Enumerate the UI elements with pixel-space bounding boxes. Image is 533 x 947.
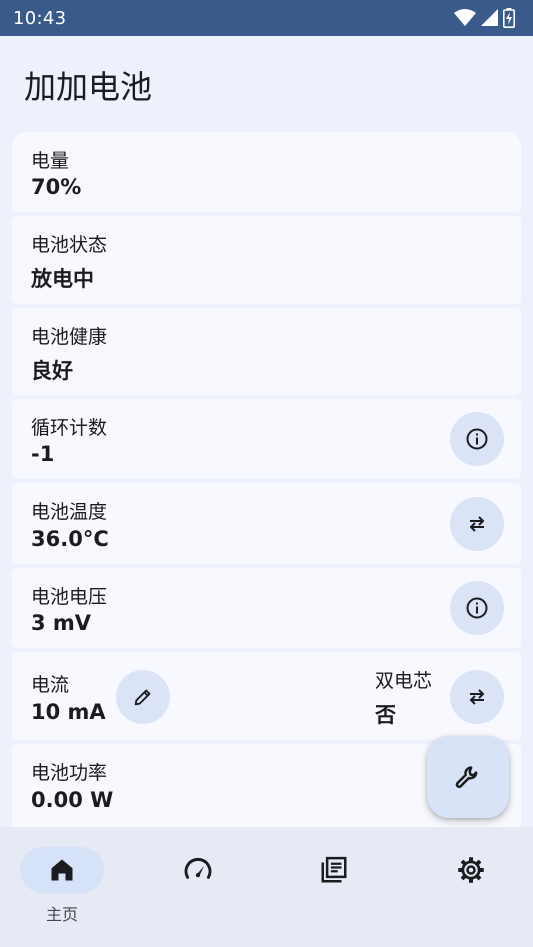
card-label: 电池状态 <box>31 234 108 256</box>
dual-cell-value: 否 <box>375 703 396 727</box>
tools-fab-button[interactable] <box>427 736 509 818</box>
card-value: 良好 <box>31 359 73 383</box>
current-edit-button[interactable] <box>116 670 170 724</box>
status-icons <box>454 8 515 28</box>
status-time: 10:43 <box>13 7 67 29</box>
card-battery-voltage: 电池电压 3 mV <box>12 568 521 648</box>
voltage-info-button[interactable] <box>450 581 504 635</box>
nav-indicator <box>156 847 240 893</box>
card-label: 电池电压 <box>31 586 108 608</box>
card-label: 电量 <box>31 150 70 172</box>
gear-icon <box>458 857 484 883</box>
card-battery-health: 电池健康 良好 <box>12 308 521 395</box>
card-label: 电池功率 <box>31 762 108 784</box>
nav-indicator <box>292 847 376 893</box>
card-value: 3 mV <box>31 611 92 635</box>
battery-info-list[interactable]: 电量 70% 电池状态 放电中 电池健康 良好 循环计数 -1 电池温度 36.… <box>12 132 521 827</box>
info-icon <box>466 597 488 619</box>
nav-label: 主页 <box>45 905 78 924</box>
nav-item-home[interactable]: 主页 <box>20 847 104 937</box>
swap-icon <box>469 689 485 705</box>
nav-indicator <box>20 847 104 893</box>
card-current: 电流 10 mA 双电芯 否 <box>12 652 521 740</box>
card-cycle-count: 循环计数 -1 <box>12 399 521 479</box>
status-bar: 10:43 <box>0 0 533 36</box>
nav-item-dashboard[interactable] <box>156 847 240 937</box>
card-label: 循环计数 <box>31 417 108 439</box>
card-battery-status: 电池状态 放电中 <box>12 216 521 304</box>
wrench-icon <box>455 766 478 788</box>
wifi-icon <box>454 9 476 26</box>
card-battery-level: 电量 70% <box>12 132 521 212</box>
swap-icon <box>469 516 485 532</box>
card-value: 放电中 <box>31 267 94 291</box>
card-value: -1 <box>31 442 55 466</box>
card-battery-temperature: 电池温度 36.0°C <box>12 483 521 564</box>
bottom-navigation: 主页 <box>0 827 533 947</box>
dual-cell-swap-button[interactable] <box>450 670 504 724</box>
home-icon <box>51 859 73 881</box>
card-label: 电流 <box>31 674 70 696</box>
signal-icon <box>481 9 498 26</box>
temperature-swap-button[interactable] <box>450 497 504 551</box>
card-value: 36.0°C <box>31 527 109 551</box>
nav-item-logs[interactable] <box>292 847 376 937</box>
card-value: 10 mA <box>31 700 106 724</box>
speedometer-icon <box>184 857 212 879</box>
card-value: 0.00 W <box>31 788 114 812</box>
battery-charging-icon <box>503 8 515 28</box>
app-title: 加加电池 <box>24 68 153 106</box>
card-label: 电池健康 <box>31 326 108 348</box>
card-label: 电池温度 <box>31 501 108 523</box>
pencil-icon <box>134 689 151 706</box>
article-icon <box>321 856 347 883</box>
info-icon <box>466 428 488 450</box>
nav-indicator <box>429 847 513 893</box>
dual-cell-label: 双电芯 <box>375 670 433 692</box>
nav-item-settings[interactable] <box>429 847 513 937</box>
card-value: 70% <box>31 175 82 199</box>
cycle-count-info-button[interactable] <box>450 412 504 466</box>
